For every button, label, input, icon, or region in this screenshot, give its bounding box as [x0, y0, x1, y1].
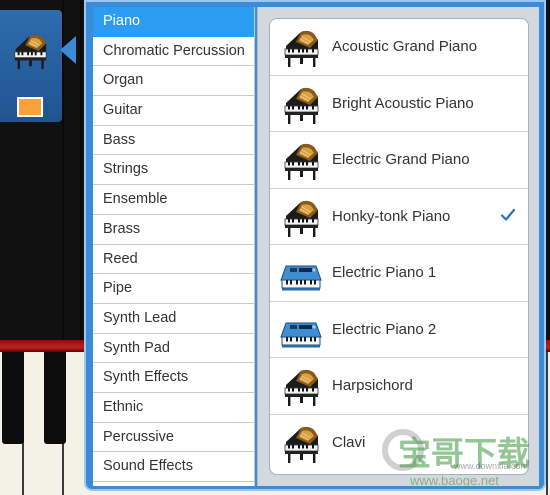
instrument-label: Bright Acoustic Piano — [332, 94, 474, 112]
grand-piano-icon — [280, 198, 322, 238]
category-item[interactable]: Reed — [93, 245, 254, 275]
keyboard-synth-icon — [280, 254, 322, 294]
instrument-label: Electric Grand Piano — [332, 151, 470, 168]
black-key[interactable] — [44, 352, 66, 444]
category-list: Piano Chromatic Percussion Organ Guitar Bass… — [93, 7, 255, 486]
grand-piano-icon — [280, 141, 322, 181]
white-key-divider — [546, 352, 548, 495]
instrument-panel: Acoustic Grand Piano Bright Acoustic Pia… — [257, 7, 539, 486]
instrument-label: Electric Piano 1 — [332, 264, 437, 281]
category-item[interactable]: Guitar — [93, 96, 254, 126]
track-color-swatch[interactable] — [17, 97, 43, 117]
category-item[interactable]: Brass — [93, 215, 254, 245]
keyboard-synth-icon — [280, 311, 322, 351]
instrument-item[interactable]: Harpsichord — [270, 358, 528, 415]
instrument-label: Acoustic Grand Piano — [332, 38, 478, 55]
popover-arrow — [60, 36, 76, 64]
instrument-label: Harpsichord — [332, 377, 413, 394]
grand-piano-icon — [10, 32, 50, 70]
track-instrument-tile[interactable] — [0, 10, 62, 122]
category-item[interactable]: Chromatic Percussion — [93, 37, 254, 67]
category-item[interactable]: Bass — [93, 126, 254, 156]
instrument-label: Electric Piano 2 — [332, 320, 437, 338]
category-item[interactable]: Ensemble — [93, 185, 254, 215]
instrument-label: Honky-tonk Piano — [332, 207, 451, 225]
category-item[interactable]: Organ — [93, 66, 254, 97]
instrument-item[interactable]: Acoustic Grand Piano — [270, 19, 528, 76]
track-divider — [80, 0, 82, 340]
instrument-item[interactable]: Electric Piano 1 — [270, 245, 528, 302]
grand-piano-icon — [280, 424, 322, 464]
black-key[interactable] — [2, 352, 24, 444]
category-item[interactable]: Synth Lead — [93, 304, 254, 334]
category-item[interactable]: Strings — [93, 155, 254, 186]
grand-piano-icon — [280, 85, 322, 125]
grand-piano-icon — [280, 367, 322, 407]
instrument-item[interactable]: Bright Acoustic Piano — [270, 76, 528, 132]
grand-piano-icon — [280, 28, 322, 68]
category-item[interactable]: Synth Effects — [93, 363, 254, 393]
instrument-picker-popover: Piano Chromatic Percussion Organ Guitar Bass… — [84, 0, 546, 491]
category-item[interactable]: Ethnic — [93, 393, 254, 423]
checkmark-icon — [500, 207, 516, 223]
instrument-label: Clavi — [332, 433, 366, 451]
instrument-item[interactable]: Electric Grand Piano — [270, 132, 528, 189]
category-item[interactable]: Pipe — [93, 274, 254, 304]
category-item[interactable]: Synth Pad — [93, 334, 254, 364]
instrument-item[interactable]: Electric Piano 2 — [270, 302, 528, 358]
instrument-item[interactable]: Clavi — [270, 415, 528, 472]
instrument-item[interactable]: Honky-tonk Piano — [270, 189, 528, 245]
instrument-list: Acoustic Grand Piano Bright Acoustic Pia… — [269, 18, 529, 475]
category-item[interactable]: Piano — [93, 7, 254, 37]
category-item[interactable]: Sound Effects — [93, 452, 254, 482]
category-item[interactable]: Percussive — [93, 423, 254, 453]
